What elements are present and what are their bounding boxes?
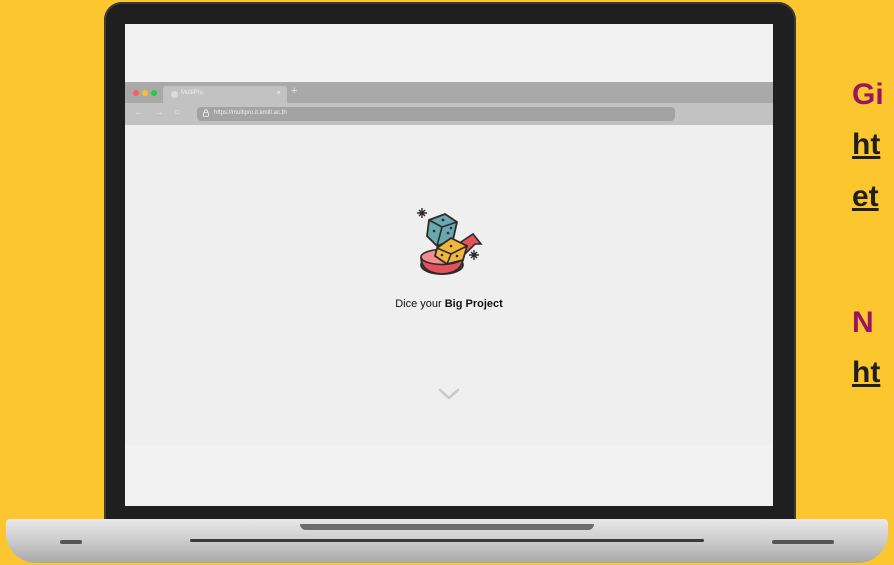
url-text: https://multipro.it.kmitl.ac.th bbox=[214, 110, 287, 116]
browser-toolbar: ← → ○ https://multipro.it.kmitl.ac.th bbox=[125, 103, 773, 125]
laptop-base-line bbox=[190, 539, 704, 542]
tagline-prefix: Dice your bbox=[395, 298, 445, 310]
tab-close-icon[interactable]: × bbox=[276, 88, 281, 97]
tagline: Dice your Big Project bbox=[125, 298, 773, 310]
side-link-2[interactable]: et bbox=[852, 180, 879, 214]
window-close-dot[interactable] bbox=[133, 90, 139, 96]
dice-ribbon-icon bbox=[417, 208, 483, 275]
favicon-icon bbox=[171, 91, 178, 98]
laptop-port-left bbox=[60, 540, 82, 544]
side-link-3[interactable]: ht bbox=[852, 356, 880, 390]
side-heading-1: Gi bbox=[852, 78, 884, 111]
back-arrow-icon[interactable]: ← bbox=[134, 107, 144, 118]
chevron-down-icon[interactable] bbox=[438, 387, 460, 401]
side-link-1[interactable]: ht bbox=[852, 128, 880, 162]
browser-tab-strip: MultiPro × + bbox=[125, 82, 773, 103]
web-page: Dice your Big Project bbox=[125, 125, 773, 445]
laptop-screen: MultiPro × + ← → ○ https://multipro.it.k… bbox=[125, 24, 773, 506]
reload-icon[interactable]: ○ bbox=[174, 107, 180, 118]
laptop-port-right bbox=[772, 540, 834, 544]
laptop-hinge-groove bbox=[300, 524, 594, 530]
tagline-bold: Big Project bbox=[444, 298, 503, 310]
new-tab-icon[interactable]: + bbox=[291, 85, 297, 97]
forward-arrow-icon[interactable]: → bbox=[154, 107, 164, 118]
url-bar[interactable]: https://multipro.it.kmitl.ac.th bbox=[197, 107, 675, 121]
browser-tab[interactable]: MultiPro × bbox=[163, 86, 287, 103]
lock-icon bbox=[203, 109, 209, 117]
window-minimize-dot[interactable] bbox=[142, 90, 148, 96]
window-maximize-dot[interactable] bbox=[151, 90, 157, 96]
side-heading-2: N bbox=[852, 306, 874, 339]
tab-title: MultiPro bbox=[181, 90, 204, 96]
